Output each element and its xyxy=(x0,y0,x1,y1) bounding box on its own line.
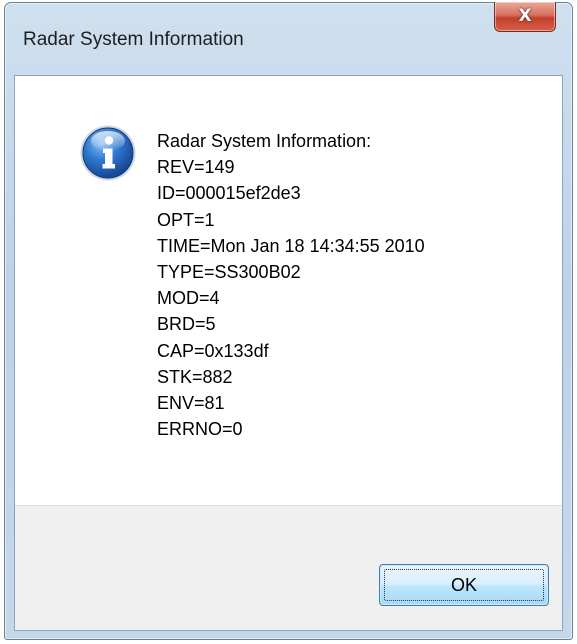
title-bar[interactable]: Radar System Information X xyxy=(5,2,572,75)
close-button[interactable]: X xyxy=(494,2,556,32)
message-line-mod: MOD=4 xyxy=(157,288,220,309)
dialog-window: Radar System Information X Radar System … xyxy=(4,2,573,640)
message-line-opt: OPT=1 xyxy=(157,209,215,230)
message-line-time: TIME=Mon Jan 18 14:34:55 2010 xyxy=(157,235,425,256)
ok-button[interactable]: OK xyxy=(379,564,549,606)
dialog-client-area: Radar System Information: REV=149 ID=000… xyxy=(14,75,563,631)
message-line-id: ID=000015ef2de3 xyxy=(157,183,301,204)
message-line-brd: BRD=5 xyxy=(157,314,216,335)
message-line-env: ENV=81 xyxy=(157,392,225,413)
message-area: Radar System Information: REV=149 ID=000… xyxy=(15,76,562,505)
message-line-cap: CAP=0x133df xyxy=(157,340,269,361)
message-text: Radar System Information: REV=149 ID=000… xyxy=(157,128,425,442)
message-line-rev: REV=149 xyxy=(157,157,235,178)
window-title: Radar System Information xyxy=(23,29,244,50)
ok-button-label: OK xyxy=(450,574,477,595)
button-bar: OK xyxy=(15,505,562,630)
information-icon xyxy=(80,125,136,181)
message-line-stk: STK=882 xyxy=(157,366,233,387)
message-line-heading: Radar System Information: xyxy=(157,131,372,151)
close-icon: X xyxy=(518,6,532,26)
message-line-type: TYPE=SS300B02 xyxy=(157,261,301,282)
message-line-errno: ERRNO=0 xyxy=(157,419,243,440)
